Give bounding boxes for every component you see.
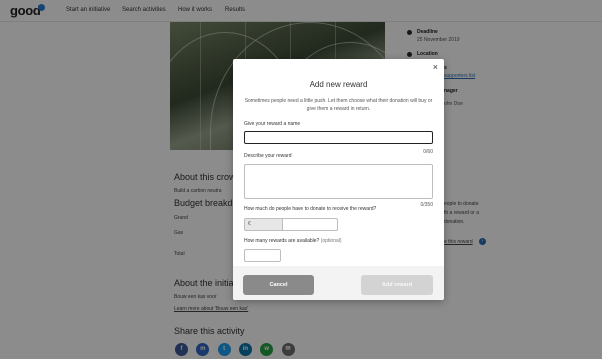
currency-prefix: €	[244, 218, 282, 231]
optional-hint: (optional)	[320, 238, 342, 244]
reward-quantity-input[interactable]	[244, 249, 281, 262]
reward-description-input[interactable]	[244, 164, 433, 199]
reward-name-input[interactable]	[244, 131, 433, 144]
reward-name-label: Give your reward a name	[244, 121, 301, 127]
modal-title: Add new reward	[309, 80, 368, 89]
cancel-button[interactable]: Cancel	[243, 275, 314, 295]
close-icon[interactable]: ×	[433, 62, 438, 72]
modal-description: Sometimes people need a little push. Let…	[244, 98, 433, 112]
reward-description-label: Describe your reward	[244, 153, 292, 159]
reward-quantity-label-text: How many rewards are available?	[244, 238, 320, 244]
reward-quantity-label: How many rewards are available? (optiona…	[244, 238, 342, 244]
modal-footer: Cancel Add reward	[233, 266, 444, 300]
reward-amount-input[interactable]	[282, 218, 338, 231]
reward-name-counter: 0/60	[423, 149, 433, 155]
add-reward-modal: × Add new reward Sometimes people need a…	[233, 59, 444, 300]
reward-description-counter: 0/350	[420, 202, 433, 208]
reward-amount-label: How much do people have to donate to rec…	[244, 206, 377, 212]
add-reward-button[interactable]: Add reward	[361, 275, 433, 295]
